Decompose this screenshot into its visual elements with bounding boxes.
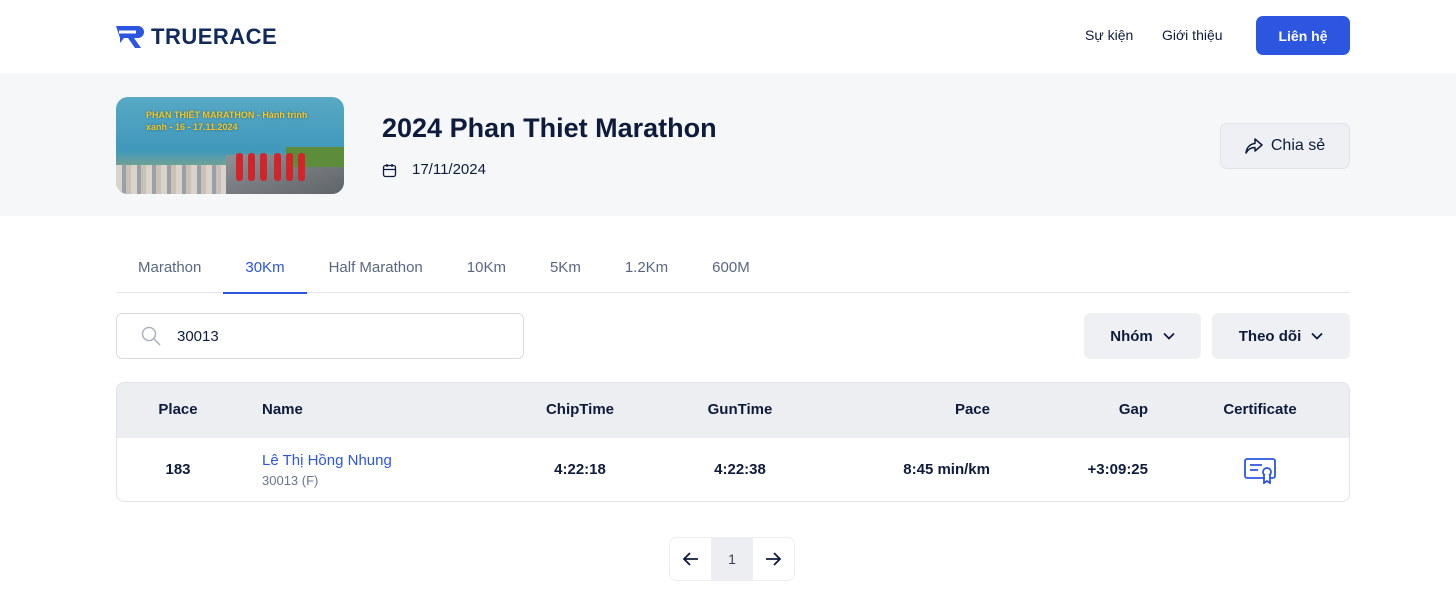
truerace-logo-icon bbox=[116, 26, 144, 48]
search-icon bbox=[141, 326, 161, 346]
follow-filter-label: Theo dõi bbox=[1238, 327, 1302, 345]
event-date: 17/11/2024 bbox=[412, 161, 486, 178]
place: 183 bbox=[165, 461, 191, 478]
runner-bib: 30013 (F) bbox=[262, 473, 319, 488]
tab-1-2km[interactable]: 1.2Km bbox=[603, 250, 690, 293]
tab-10km[interactable]: 10Km bbox=[445, 250, 528, 293]
gap: +3:09:25 bbox=[1087, 461, 1148, 478]
col-gap: Gap bbox=[1118, 401, 1148, 418]
contact-button[interactable]: Liên hệ bbox=[1256, 16, 1350, 55]
col-chiptime: ChipTime bbox=[545, 401, 615, 418]
table-header: Place Name ChipTime GunTime Pace Gap Cer… bbox=[117, 383, 1349, 438]
page-1-button[interactable]: 1 bbox=[711, 538, 753, 580]
group-filter-label: Nhóm bbox=[1110, 327, 1153, 345]
runner-cell: Lê Thị Hồng Nhung 30013 (F) bbox=[262, 452, 392, 488]
col-certificate: Certificate bbox=[1223, 401, 1297, 418]
results-table: Place Name ChipTime GunTime Pace Gap Cer… bbox=[116, 382, 1350, 502]
chevron-down-icon bbox=[1311, 332, 1323, 340]
arrow-left-icon bbox=[682, 552, 698, 566]
tab-5km[interactable]: 5Km bbox=[528, 250, 603, 293]
col-name: Name bbox=[262, 401, 303, 418]
col-guntime: GunTime bbox=[707, 401, 773, 418]
col-pace: Pace bbox=[954, 401, 990, 418]
col-place: Place bbox=[158, 401, 198, 418]
tab-600m[interactable]: 600M bbox=[690, 250, 772, 293]
pace: 8:45 min/km bbox=[903, 461, 990, 478]
runner-name-link[interactable]: Lê Thị Hồng Nhung bbox=[262, 452, 392, 469]
gun-time: 4:22:38 bbox=[714, 461, 766, 478]
distance-tabs: Marathon 30Km Half Marathon 10Km 5Km 1.2… bbox=[116, 250, 1350, 294]
nav-about[interactable]: Giới thiệu bbox=[1162, 27, 1223, 43]
search-input[interactable] bbox=[177, 327, 477, 345]
event-title: 2024 Phan Thiet Marathon bbox=[382, 113, 717, 143]
next-page-button[interactable] bbox=[753, 538, 794, 580]
nav-events[interactable]: Sự kiện bbox=[1085, 27, 1133, 43]
follow-filter[interactable]: Theo dõi bbox=[1212, 313, 1350, 359]
tab-marathon[interactable]: Marathon bbox=[116, 250, 223, 293]
chevron-down-icon bbox=[1163, 332, 1175, 340]
chip-time: 4:22:18 bbox=[554, 461, 606, 478]
brand-logo[interactable]: TRUERACE bbox=[116, 24, 277, 50]
search-box bbox=[116, 313, 524, 359]
calendar-icon bbox=[382, 164, 397, 178]
event-image: PHAN THIẾT MARATHON - Hành trình xanh - … bbox=[116, 97, 344, 194]
share-button[interactable]: Chia sẻ bbox=[1220, 123, 1350, 169]
pagination: 1 bbox=[669, 537, 795, 581]
tab-half-marathon[interactable]: Half Marathon bbox=[307, 250, 445, 293]
tab-30km[interactable]: 30Km bbox=[223, 250, 307, 294]
share-label: Chia sẻ bbox=[1270, 137, 1326, 154]
table-row: 183 Lê Thị Hồng Nhung 30013 (F) 4:22:18 … bbox=[117, 438, 1349, 501]
arrow-right-icon bbox=[766, 552, 782, 566]
event-image-text: PHAN THIẾT MARATHON - Hành trình xanh - … bbox=[146, 110, 308, 132]
share-icon bbox=[1245, 138, 1263, 154]
prev-page-button[interactable] bbox=[670, 538, 711, 580]
brand-name: TRUERACE bbox=[151, 24, 278, 49]
group-filter[interactable]: Nhóm bbox=[1084, 313, 1201, 359]
certificate-icon[interactable] bbox=[1244, 458, 1276, 484]
